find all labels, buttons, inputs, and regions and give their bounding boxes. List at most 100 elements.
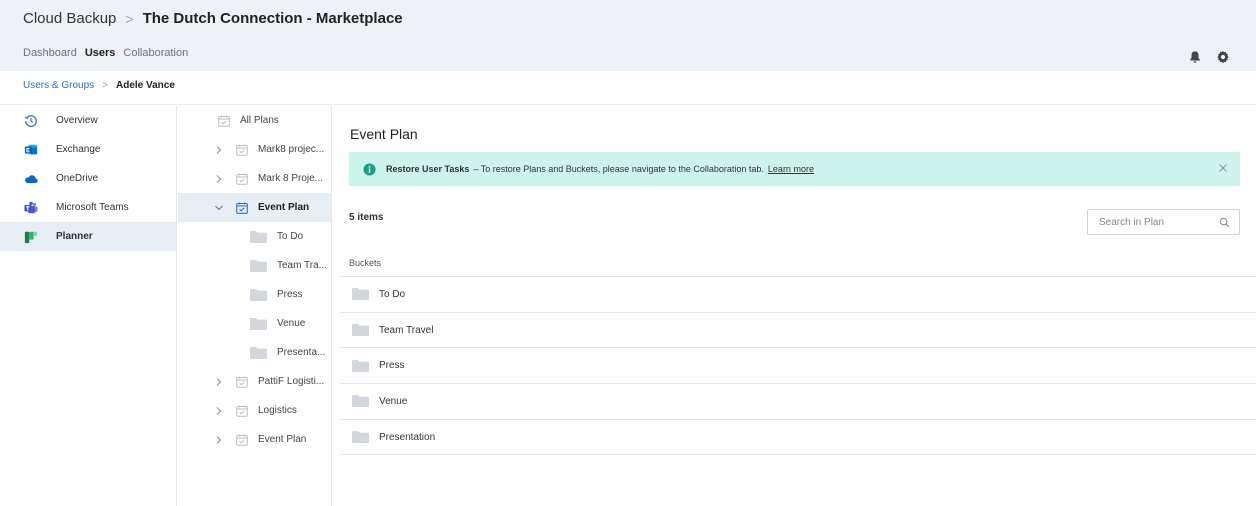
tree-item-plan[interactable]: Logistics [178,396,331,425]
tree-item-bucket[interactable]: Press [178,280,331,309]
chevron-right-icon[interactable] [214,145,224,155]
nav-item-label: OneDrive [56,173,99,184]
teams-icon [24,201,38,213]
plan-icon [236,376,248,388]
tree-item-label: All Plans [240,115,279,126]
breadcrumb: Users & Groups > Adele Vance [23,80,175,91]
title-bar: Cloud Backup > The Dutch Connection - Ma… [23,10,403,27]
breadcrumb-current-user: Adele Vance [115,80,175,91]
main-content: Event Plan Restore User Tasks – To resto… [333,106,1256,506]
chevron-down-icon[interactable] [214,203,224,213]
list-item-label: Venue [379,395,408,407]
tree-item-bucket[interactable]: Presenta... [178,338,331,367]
tree-item-label: Team Tra... [277,260,328,271]
breadcrumb-users-groups[interactable]: Users & Groups [23,80,94,91]
nav-item-label: Microsoft Teams [56,202,129,213]
plan-icon [236,405,248,417]
planner-icon [24,231,38,243]
list-item-label: To Do [379,288,406,300]
app-header: Cloud Backup > The Dutch Connection - Ma… [0,0,1256,71]
title-separator: > [125,10,134,27]
tree-item-label: Press [277,289,303,300]
list-item[interactable]: Venue [340,384,1256,420]
plan-icon [236,173,248,185]
tab-users[interactable]: Users [85,47,116,59]
tree-item-all-plans[interactable]: All Plans [178,106,331,135]
app-name[interactable]: Cloud Backup [23,10,116,27]
tree-item-plan[interactable]: PattiF Logisti... [178,367,331,396]
tree-item-plan[interactable]: Mark8 projec... [178,135,331,164]
column-header-buckets[interactable]: Buckets [349,258,381,268]
tree-item-label: PattiF Logisti... [258,376,325,387]
close-icon[interactable] [1218,163,1228,173]
list-item[interactable]: Press [340,348,1256,385]
folder-icon [250,230,267,243]
folder-icon [250,317,267,330]
tree-item-plan[interactable]: Mark 8 Proje... [178,164,331,193]
folder-icon [352,395,369,408]
nav-item-label: Exchange [56,144,101,155]
plan-icon [236,434,248,446]
nav-item-onedrive[interactable]: OneDrive [0,164,176,193]
folder-icon [352,359,369,372]
list-item-label: Team Travel [379,324,434,336]
breadcrumb-separator: > [102,80,108,91]
folder-icon [352,431,369,444]
nav-item-planner[interactable]: Planner [0,222,176,251]
plan-tree: All Plans Mark8 projec... Mark 8 Proje..… [178,106,332,506]
history-icon [24,114,37,127]
banner-text: – To restore Plans and Buckets, please n… [473,164,764,174]
list-item-label: Presentation [379,431,436,443]
tree-item-bucket[interactable]: Venue [178,309,331,338]
tab-dashboard[interactable]: Dashboard [23,47,77,59]
bucket-list: To Do Team Travel Press Venue Presentati… [340,276,1256,456]
tenant-name: The Dutch Connection - Marketplace [142,10,403,27]
chevron-right-icon[interactable] [214,435,224,445]
list-item-label: Press [379,360,405,372]
tree-item-label: Venue [277,318,306,329]
tab-collaboration[interactable]: Collaboration [123,47,188,59]
search-placeholder: Search in Plan [1099,216,1165,228]
onedrive-icon [25,174,38,183]
tree-item-label: Mark 8 Proje... [258,173,324,184]
chevron-right-icon[interactable] [214,377,224,387]
tree-item-label: Event Plan [258,202,310,213]
plan-icon [218,115,230,127]
learn-more-link[interactable]: Learn more [768,164,814,174]
folder-icon [352,288,369,301]
list-item[interactable]: Team Travel [340,313,1256,349]
item-count: 5 items [349,212,384,223]
list-item[interactable]: To Do [340,277,1256,313]
tree-item-label: Logistics [258,405,297,416]
tree-item-plan[interactable]: Event Plan [178,425,331,454]
folder-icon [250,288,267,301]
tree-item-label: Presenta... [277,347,326,358]
header-actions [1174,50,1230,64]
folder-icon [250,346,267,359]
tree-item-label: Mark8 projec... [258,144,325,155]
chevron-right-icon[interactable] [214,174,224,184]
nav-item-exchange[interactable]: Exchange [0,135,176,164]
info-banner: Restore User Tasks – To restore Plans an… [349,152,1240,186]
banner-title: Restore User Tasks [386,164,470,174]
nav-item-microsoft-teams[interactable]: Microsoft Teams [0,193,176,222]
chevron-right-icon[interactable] [214,406,224,416]
top-tabs: Dashboard Users Collaboration [23,47,196,59]
tree-item-bucket[interactable]: To Do [178,222,331,251]
folder-icon [352,324,369,337]
page-title: Event Plan [350,126,418,142]
gear-icon[interactable] [1216,50,1230,64]
search-icon[interactable] [1219,217,1230,228]
search-input[interactable]: Search in Plan [1087,209,1240,235]
exchange-icon [24,144,38,154]
plan-icon [236,202,248,214]
tree-item-event-plan-selected[interactable]: Event Plan [178,193,331,222]
tree-item-bucket[interactable]: Team Tra... [178,251,331,280]
bell-icon[interactable] [1188,50,1202,64]
tree-item-label: Event Plan [258,434,307,445]
divider [0,104,1256,105]
folder-icon [250,259,267,272]
list-item[interactable]: Presentation [340,420,1256,456]
plan-icon [236,144,248,156]
nav-item-overview[interactable]: Overview [0,106,176,135]
